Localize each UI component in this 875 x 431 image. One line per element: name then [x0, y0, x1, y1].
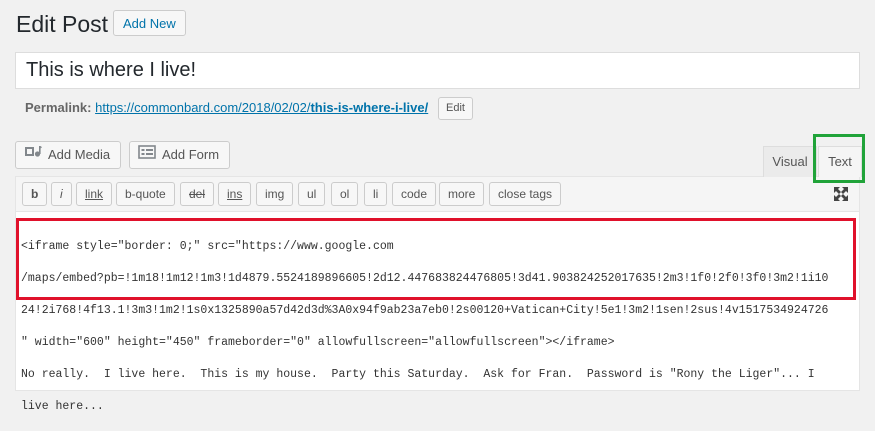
permalink-slug: this-is-where-i-live/: [310, 100, 429, 115]
qt-code-button[interactable]: code: [392, 182, 437, 206]
qt-ins-label: ins: [227, 187, 243, 201]
qt-del-button[interactable]: del: [180, 182, 215, 206]
content-textarea[interactable]: <iframe style="border: 0;" src="https://…: [21, 223, 857, 431]
permalink-url-base: https://commonbard.com/2018/02/02/: [95, 100, 311, 115]
post-title-input[interactable]: This is where I live!: [15, 52, 860, 89]
qt-li-label: li: [373, 187, 379, 201]
add-form-label: Add Form: [162, 147, 220, 162]
qt-italic-label: i: [60, 187, 63, 201]
add-media-label: Add Media: [48, 147, 111, 162]
tab-visual[interactable]: Visual: [763, 146, 817, 177]
qt-ul-label: ul: [307, 187, 317, 201]
qt-more-button[interactable]: more: [439, 182, 485, 206]
content-line: No really. I live here. This is my house…: [21, 368, 815, 381]
qt-blockquote-label: b-quote: [125, 187, 166, 201]
qt-close-tags-button[interactable]: close tags: [489, 182, 562, 206]
content-line: 24!2i768!4f13.1!3m3!1m2!1s0x1325890a57d4…: [21, 304, 829, 317]
qt-link-label: link: [85, 187, 104, 201]
qt-img-button[interactable]: img: [256, 182, 294, 206]
add-new-button[interactable]: Add New: [113, 10, 186, 36]
qt-more-label: more: [448, 187, 476, 201]
qt-close-tags-label: close tags: [498, 187, 553, 201]
qt-li-button[interactable]: li: [364, 182, 388, 206]
qt-img-label: img: [265, 187, 285, 201]
qt-code-label: code: [401, 187, 428, 201]
content-line: " width="600" height="450" frameborder="…: [21, 336, 615, 349]
qt-italic-button[interactable]: i: [51, 182, 72, 206]
page-title: Edit Post: [16, 11, 109, 37]
permalink-row: Permalink: https://commonbard.com/2018/0…: [25, 99, 428, 117]
content-line: /maps/embed?pb=!1m18!1m12!1m3!1d4879.552…: [21, 272, 829, 285]
qt-blockquote-button[interactable]: b-quote: [116, 182, 175, 206]
permalink-label: Permalink:: [25, 100, 92, 115]
qt-ol-button[interactable]: ol: [331, 182, 359, 206]
qt-ins-button[interactable]: ins: [218, 182, 252, 206]
permalink-link[interactable]: https://commonbard.com/2018/02/02/this-i…: [95, 100, 428, 115]
qt-ol-label: ol: [340, 187, 350, 201]
add-media-button[interactable]: Add Media: [15, 141, 122, 169]
fullscreen-icon[interactable]: [830, 183, 852, 205]
qt-ul-button[interactable]: ul: [298, 182, 326, 206]
edit-slug-button[interactable]: Edit: [438, 97, 473, 120]
qt-link-button[interactable]: link: [76, 182, 113, 206]
tab-text[interactable]: Text: [818, 146, 862, 177]
media-icon: [24, 143, 42, 169]
qt-del-label: del: [189, 187, 206, 201]
add-form-button[interactable]: Add Form: [129, 141, 231, 169]
form-icon: [138, 143, 156, 169]
content-line: live here...: [21, 400, 104, 413]
content-line: <iframe style="border: 0;" src="https://…: [21, 240, 394, 253]
qt-bold-button[interactable]: b: [22, 182, 48, 206]
qt-bold-label: b: [31, 187, 39, 201]
